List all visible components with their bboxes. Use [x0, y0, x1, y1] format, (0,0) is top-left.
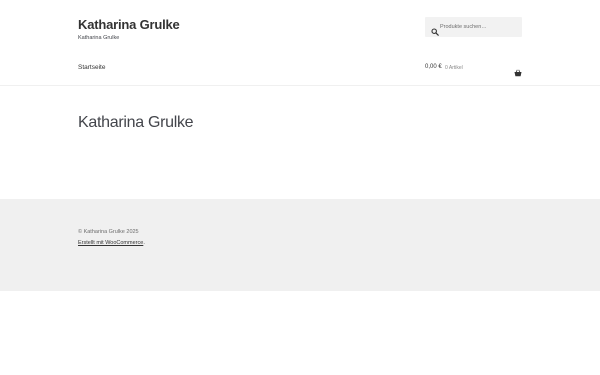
- basket-icon: [514, 64, 522, 77]
- page-title: Katharina Grulke: [78, 114, 194, 131]
- cart-link[interactable]: 0,00 € 0 Artikel: [425, 64, 522, 77]
- site-title[interactable]: Katharina Grulke: [78, 17, 180, 32]
- copyright: © Katharina Grulke 2025: [78, 229, 139, 235]
- credit-suffix: .: [143, 240, 145, 246]
- credit: Erstellt mit WooCommerce.: [78, 240, 145, 246]
- site-footer: © Katharina Grulke 2025 Erstellt mit Woo…: [0, 199, 600, 291]
- search-icon: [431, 23, 439, 36]
- site-header: Katharina Grulke Katharina Grulke Starts…: [0, 0, 600, 86]
- site-description: Katharina Grulke: [78, 35, 120, 41]
- product-search: [425, 17, 522, 37]
- cart-amount: 0,00 €: [425, 64, 442, 70]
- search-input[interactable]: [440, 17, 520, 37]
- nav-item-startseite[interactable]: Startseite: [78, 64, 105, 71]
- cart-count: 0 Artikel: [445, 65, 463, 71]
- woocommerce-credit-link[interactable]: Erstellt mit WooCommerce: [78, 240, 143, 246]
